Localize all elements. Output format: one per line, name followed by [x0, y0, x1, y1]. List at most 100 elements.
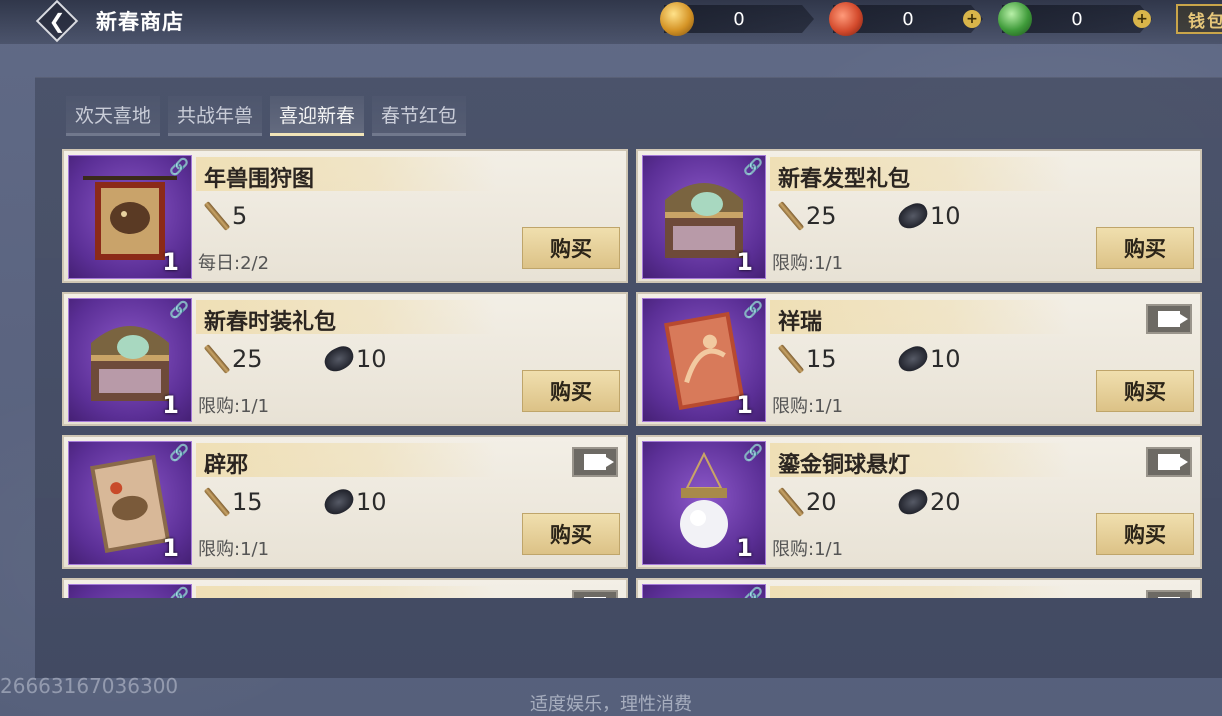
camera-icon: [1158, 454, 1188, 470]
item-card: 🔗 1 祥瑞 15 10 限购:1/1 购买: [636, 292, 1202, 426]
camera-icon: [1158, 597, 1180, 598]
scroll-currency-icon: [202, 201, 232, 231]
camera-icon: [1158, 311, 1188, 327]
item-quantity: 1: [736, 534, 753, 562]
item-cost-primary: 20: [776, 487, 837, 517]
footer: 适度娱乐，理性消费: [0, 690, 1222, 716]
item-cost-value: 10: [930, 345, 961, 373]
buy-button[interactable]: 购买: [1096, 513, 1194, 555]
tab-chunjiehongbao[interactable]: 春节红包: [372, 96, 466, 136]
item-card: 🔗 1 辟邪 15 10 限购:1/1 购买: [62, 435, 628, 569]
scroll-currency-icon: [776, 201, 806, 231]
item-name: 辟邪: [204, 453, 249, 478]
camera-icon: [584, 597, 606, 598]
jade-coin-icon: [998, 2, 1032, 36]
item-quantity: 1: [162, 391, 179, 419]
top-bar: ❮ 新春商店 0 0 + 0 + 钱包: [0, 0, 1222, 44]
item-cost-value: 10: [356, 488, 387, 516]
fur-currency-icon: [896, 201, 930, 231]
scroll-currency-icon: [776, 344, 806, 374]
item-card: 🔗 1 新春发型礼包 25 10 限购:1/1 购买: [636, 149, 1202, 283]
item-cost-secondary: 10: [896, 344, 961, 374]
item-limit: 限购:1/1: [772, 396, 844, 417]
link-icon: 🔗: [743, 586, 763, 598]
item-quantity: 1: [162, 534, 179, 562]
item-card: 🔗: [62, 578, 628, 598]
item-cost-primary: 15: [202, 487, 263, 517]
scroll-currency-icon: [202, 487, 232, 517]
fur-currency-icon: [896, 344, 930, 374]
item-cost-value: 20: [930, 488, 961, 516]
add-jade-currency-icon[interactable]: +: [1133, 10, 1151, 28]
item-name-bar: [196, 586, 496, 598]
item-icon-frame[interactable]: 🔗 1: [68, 441, 192, 565]
buy-button[interactable]: 购买: [522, 227, 620, 269]
link-icon: 🔗: [169, 157, 189, 176]
item-name: 新春时装礼包: [204, 310, 337, 335]
item-card: 🔗 1 新春时装礼包 25 10 限购:1/1 购买: [62, 292, 628, 426]
item-cost-value: 10: [930, 202, 961, 230]
item-cost-value: 25: [806, 202, 837, 230]
item-icon-frame[interactable]: 🔗 1: [642, 155, 766, 279]
item-card: 🔗 1 鎏金铜球悬灯 20 20 限购:1/1 购买: [636, 435, 1202, 569]
wallet-button[interactable]: 钱包: [1176, 4, 1222, 34]
link-icon: 🔗: [169, 586, 189, 598]
link-icon: 🔗: [169, 443, 189, 462]
tab-xiyingxinchun[interactable]: 喜迎新春: [270, 96, 364, 136]
item-limit: 每日:2/2: [198, 253, 270, 274]
item-grid[interactable]: 🔗 1 年兽围狩图 5 每日:2/2 购买 🔗 1 新春发型礼包 25 10 限…: [62, 149, 1202, 598]
item-cost-value: 10: [356, 345, 387, 373]
item-cost-secondary: 20: [896, 487, 961, 517]
item-icon-frame[interactable]: 🔗 1: [68, 298, 192, 422]
footer-notice: 适度娱乐，理性消费: [530, 694, 692, 715]
item-limit: 限购:1/1: [198, 396, 270, 417]
preview-button[interactable]: [1146, 447, 1192, 477]
buy-button[interactable]: 购买: [1096, 370, 1194, 412]
gold-coin-icon: [660, 2, 694, 36]
item-cost-value: 25: [232, 345, 263, 373]
back-button[interactable]: ❮: [34, 0, 80, 44]
link-icon: 🔗: [743, 443, 763, 462]
preview-button[interactable]: [1146, 304, 1192, 334]
tab-bar: 欢天喜地 共战年兽 喜迎新春 春节红包: [66, 96, 466, 136]
fur-currency-icon: [322, 487, 356, 517]
item-cost-primary: 25: [202, 344, 263, 374]
buy-button[interactable]: 购买: [522, 513, 620, 555]
link-icon: 🔗: [743, 157, 763, 176]
preview-button[interactable]: [572, 447, 618, 477]
item-icon-frame[interactable]: 🔗: [68, 584, 192, 598]
item-cost-primary: 25: [776, 201, 837, 231]
buy-button[interactable]: 购买: [522, 370, 620, 412]
tab-huantianxidi[interactable]: 欢天喜地: [66, 96, 160, 136]
item-cost-primary: 15: [776, 344, 837, 374]
item-cost-primary: 5: [202, 201, 247, 231]
scroll-currency-icon: [202, 344, 232, 374]
currency-red: 0 +: [829, 2, 983, 36]
preview-button[interactable]: [1146, 590, 1192, 598]
item-card: 🔗 1 年兽围狩图 5 每日:2/2 购买: [62, 149, 628, 283]
item-name: 祥瑞: [778, 310, 823, 335]
item-cost-value: 20: [806, 488, 837, 516]
item-cost-secondary: 10: [896, 201, 961, 231]
item-card: 🔗: [636, 578, 1202, 598]
item-icon-frame[interactable]: 🔗: [642, 584, 766, 598]
buy-button[interactable]: 购买: [1096, 227, 1194, 269]
item-quantity: 1: [736, 391, 753, 419]
item-cost-value: 5: [232, 202, 248, 230]
preview-button[interactable]: [572, 590, 618, 598]
item-name: 年兽围狩图: [204, 167, 315, 192]
item-icon-frame[interactable]: 🔗 1: [642, 441, 766, 565]
item-icon-frame[interactable]: 🔗 1: [642, 298, 766, 422]
item-icon-frame[interactable]: 🔗 1: [68, 155, 192, 279]
item-limit: 限购:1/1: [772, 253, 844, 274]
fur-currency-icon: [896, 487, 930, 517]
add-red-currency-icon[interactable]: +: [963, 10, 981, 28]
camera-icon: [584, 454, 614, 470]
item-limit: 限购:1/1: [198, 539, 270, 560]
red-coin-icon: [829, 2, 863, 36]
link-icon: 🔗: [169, 300, 189, 319]
page-title: 新春商店: [96, 10, 184, 34]
tab-gongzhannianshou[interactable]: 共战年兽: [168, 96, 262, 136]
link-icon: 🔗: [743, 300, 763, 319]
currency-gold: 0: [660, 2, 814, 36]
